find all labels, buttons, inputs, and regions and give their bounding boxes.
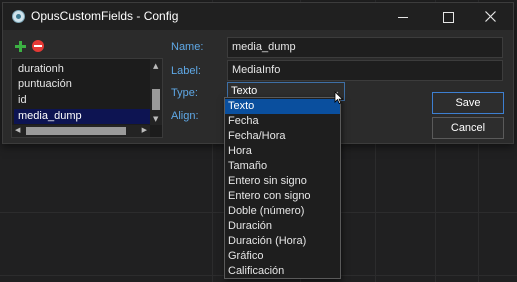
add-field-button[interactable] [15,41,26,52]
app-icon [12,10,25,23]
dropdown-option[interactable]: Doble (número) [225,204,340,219]
list-item[interactable]: durationh [14,62,150,77]
list-item[interactable]: id [14,93,150,108]
horizontal-scroll-thumb[interactable] [26,127,126,135]
type-dropdown-list[interactable]: Texto Fecha Fecha/Hora Hora Tamaño Enter… [224,97,341,279]
window-title: OpusCustomFields - Config [31,9,179,23]
dropdown-option[interactable]: Hora [225,144,340,159]
align-label: Align: [171,110,199,122]
dropdown-option[interactable]: Gráfico [225,249,340,264]
vertical-scroll-thumb[interactable] [152,89,160,110]
list-item[interactable]: puntuación [14,77,150,92]
vertical-scrollbar[interactable]: ▲ ▼ [150,59,162,125]
scroll-left-arrow-icon[interactable]: ◀ [15,126,20,134]
type-combobox-value: Texto [231,85,258,97]
horizontal-scrollbar[interactable]: ◀ ▶ [12,125,150,137]
dropdown-option[interactable]: Tamaño [225,159,340,174]
dropdown-option[interactable]: Duración (Hora) [225,234,340,249]
dropdown-option[interactable]: Fecha/Hora [225,129,340,144]
name-label: Name: [171,41,204,53]
list-item-selected[interactable]: media_dump [14,109,150,124]
dropdown-option[interactable]: Calificación [225,264,340,279]
remove-field-button[interactable] [32,40,44,52]
label-input[interactable]: MediaInfo [227,60,503,81]
cancel-button[interactable]: Cancel [432,117,504,139]
type-label: Type: [171,87,198,99]
scroll-down-arrow-icon[interactable]: ▼ [153,115,158,123]
close-button[interactable] [468,3,513,30]
dropdown-option[interactable]: Entero sin signo [225,174,340,189]
scroll-right-arrow-icon[interactable]: ▶ [142,126,147,134]
scroll-up-arrow-icon[interactable]: ▲ [153,62,158,70]
close-icon [485,11,496,22]
name-input[interactable]: media_dump [227,37,503,58]
dropdown-option[interactable]: Entero con signo [225,189,340,204]
dropdown-option[interactable]: Texto [225,99,340,114]
label-label: Label: [171,65,201,77]
dropdown-option[interactable]: Duración [225,219,340,234]
minimize-button[interactable] [380,3,425,30]
title-bar: OpusCustomFields - Config [3,3,513,30]
save-button[interactable]: Save [432,92,504,114]
fields-listbox[interactable]: durationh puntuación id media_dump ▲ ▼ ◀… [11,58,163,138]
dropdown-option[interactable]: Fecha [225,114,340,129]
mouse-cursor-icon [334,91,344,105]
maximize-button[interactable] [425,3,470,30]
